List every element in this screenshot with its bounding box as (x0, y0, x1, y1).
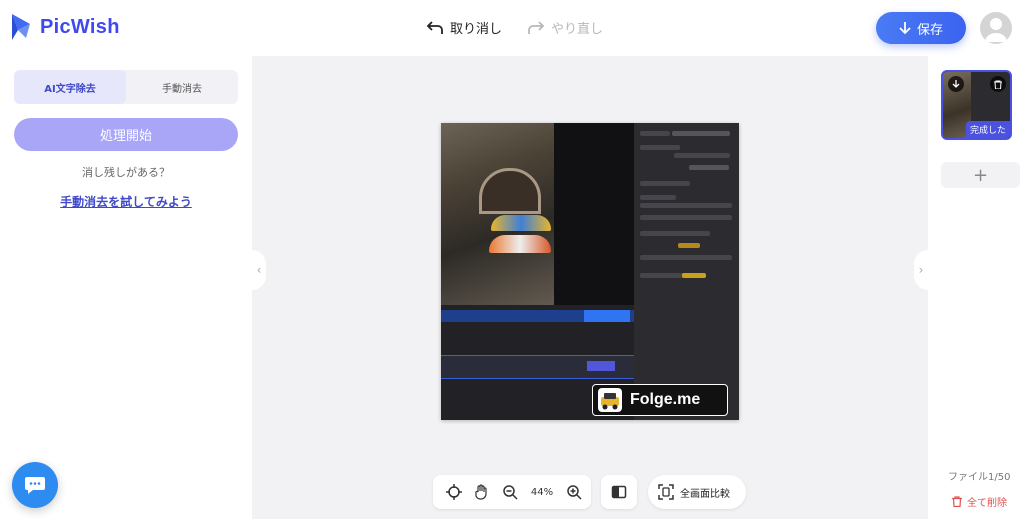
undo-label: 取り消し (450, 22, 503, 37)
canvas-toolbar: 44% (433, 475, 591, 509)
manual-erase-link[interactable]: 手動消去を試してみよう (0, 193, 252, 210)
chevron-left-icon: ‹ (256, 263, 262, 277)
save-label: 保存 (916, 22, 943, 38)
photo-arch (479, 168, 541, 214)
panel-row (640, 145, 680, 150)
brand-name: PicWish (40, 15, 120, 38)
trash-icon (994, 80, 1002, 89)
panel-row (640, 203, 732, 208)
add-file-button[interactable]: + (941, 162, 1020, 188)
preview-dark-area (554, 123, 634, 305)
preview-photo (441, 123, 554, 305)
full-screen-compare-button[interactable]: 全画面比較 (648, 475, 746, 509)
panel-row (682, 273, 706, 278)
download-icon (952, 79, 960, 88)
zoom-level: 44% (530, 486, 554, 498)
user-icon (985, 18, 1007, 42)
redo-label: やり直し (551, 22, 604, 37)
timeline-marker (587, 361, 615, 371)
panel-row (640, 195, 676, 200)
chat-icon (25, 477, 45, 494)
thumbnail-download-button[interactable] (948, 76, 964, 92)
file-thumbnail[interactable]: 完成した (941, 70, 1012, 140)
watermark-logo-icon (598, 388, 622, 412)
chat-support-button[interactable] (12, 462, 58, 508)
photo-umbrella (491, 215, 551, 231)
undo-icon (426, 20, 443, 34)
panel-row (678, 243, 700, 248)
trash-icon (952, 496, 962, 507)
thumbnail-status-badge: 完成した (965, 121, 1010, 138)
thumbnail-delete-button[interactable] (990, 76, 1006, 92)
delete-all-label: 全て削除 (967, 498, 1007, 509)
panel-row (640, 131, 670, 136)
fit-crosshair-button[interactable] (443, 481, 465, 503)
zoom-out-button[interactable] (499, 481, 521, 503)
save-button[interactable]: 保存 (876, 12, 966, 44)
process-start-button[interactable]: 処理開始 (14, 118, 238, 151)
hand-icon (475, 484, 487, 500)
delete-all-button[interactable]: 全て削除 (952, 494, 1007, 509)
chevron-right-icon: › (918, 263, 924, 277)
app-header: PicWish 取り消し やり直し 保存 (0, 0, 1024, 56)
panel-row (640, 255, 732, 260)
crosshair-icon (446, 484, 462, 500)
file-count: ファイル1/50 (948, 472, 1011, 483)
split-compare-button[interactable] (601, 475, 637, 509)
picwish-logo-icon (12, 14, 30, 40)
brand-logo[interactable]: PicWish (8, 12, 120, 42)
fullscreen-compare-icon (658, 484, 674, 500)
redo-button[interactable]: やり直し (527, 18, 603, 37)
image-preview[interactable] (441, 123, 739, 420)
preview-editor-panel (634, 123, 739, 420)
zoom-in-icon (567, 485, 582, 500)
plus-icon: + (972, 164, 989, 186)
timeline-highlight (584, 310, 630, 322)
split-view-icon (611, 485, 627, 499)
download-icon (899, 22, 911, 35)
panel-row (672, 131, 730, 136)
photo-umbrella (489, 235, 551, 253)
panel-row (640, 181, 690, 186)
pan-hand-button[interactable] (471, 481, 493, 503)
panel-row (689, 165, 729, 170)
panel-row (640, 215, 732, 220)
panel-row (674, 153, 730, 158)
panel-row (640, 231, 710, 236)
redo-icon (528, 20, 545, 34)
full-compare-label: 全画面比較 (680, 488, 730, 500)
tab-ai-text-removal[interactable]: AI文字除去 (14, 70, 126, 104)
user-avatar[interactable] (980, 12, 1012, 44)
left-panel: AI文字除去 手動消去 処理開始 消し残しがある？ 手動消去を試してみよう (0, 56, 252, 519)
watermark-overlay: Folge.me (592, 384, 728, 416)
mode-tabs: AI文字除去 手動消去 (14, 70, 238, 104)
watermark-text: Folge.me (630, 391, 701, 408)
undo-button[interactable]: 取り消し (426, 18, 502, 37)
collapse-right-button[interactable]: › (914, 250, 928, 290)
zoom-out-icon (503, 485, 518, 500)
zoom-in-button[interactable] (563, 481, 585, 503)
tab-manual-erase[interactable]: 手動消去 (126, 70, 238, 104)
remain-question: 消し残しがある？ (82, 166, 170, 179)
